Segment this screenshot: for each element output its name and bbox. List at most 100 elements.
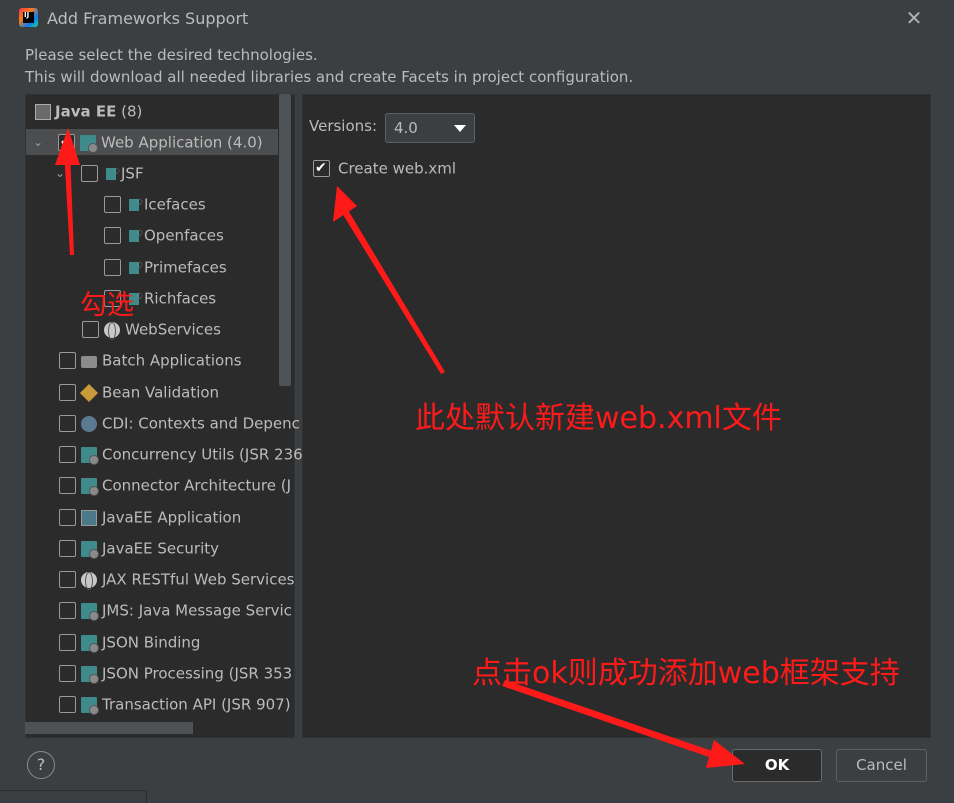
- background-window-edge: [0, 790, 147, 803]
- tree-item-json-binding[interactable]: JSON Binding: [59, 629, 200, 655]
- jms-checkbox[interactable]: [59, 602, 76, 619]
- tree-horizontal-scrollbar[interactable]: [25, 722, 193, 734]
- primefaces-icon: [129, 253, 144, 279]
- tree-item-jsf[interactable]: ⌄ JSF: [55, 159, 144, 186]
- ok-button[interactable]: OK: [732, 749, 822, 782]
- openfaces-checkbox[interactable]: [104, 227, 121, 244]
- tree-root-label: Java EE: [55, 102, 117, 121]
- jsf-icon: [106, 159, 121, 185]
- tree-item-connector-architecture[interactable]: Connector Architecture (J: [59, 472, 291, 498]
- security-icon: [81, 540, 99, 559]
- openfaces-icon: [129, 221, 144, 247]
- jax-restful-checkbox[interactable]: [59, 571, 76, 588]
- versions-label: Versions:: [309, 117, 378, 135]
- json-processing-checkbox[interactable]: [59, 665, 76, 682]
- globe-icon: [81, 571, 97, 590]
- web-application-checkbox[interactable]: [58, 129, 75, 155]
- tree-item-label: Richfaces: [144, 289, 217, 308]
- tree-item-label: Transaction API (JSR 907): [102, 695, 291, 714]
- batch-applications-checkbox[interactable]: [59, 352, 76, 369]
- cancel-button[interactable]: Cancel: [836, 749, 927, 782]
- intellij-logo-icon: IJ: [19, 8, 38, 27]
- tree-item-label: Web Application (4.0): [101, 133, 263, 152]
- tree-item-icefaces[interactable]: Icefaces: [104, 190, 206, 217]
- globe-icon: [104, 321, 120, 340]
- annotation-default-webxml: 此处默认新建web.xml文件: [415, 401, 782, 436]
- tree-item-label: Batch Applications: [102, 351, 242, 370]
- webservices-checkbox[interactable]: [82, 321, 99, 338]
- javaee-application-icon: [81, 509, 97, 526]
- jms-icon: [81, 602, 99, 621]
- connector-icon: [81, 477, 99, 496]
- icefaces-checkbox[interactable]: [104, 196, 121, 213]
- primefaces-checkbox[interactable]: [104, 259, 121, 276]
- tree-item-label: JSON Binding: [102, 633, 201, 652]
- tree-item-javaee-application[interactable]: JavaEE Application: [59, 504, 241, 530]
- tree-item-label: JMS: Java Message Servic: [102, 601, 292, 620]
- create-webxml-checkbox[interactable]: [313, 158, 330, 178]
- cdi-icon: [81, 415, 97, 432]
- tree-item-label: Openfaces: [144, 226, 224, 245]
- tree-item-label: Concurrency Utils (JSR 236: [102, 445, 303, 464]
- tree-item-label: Primefaces: [144, 258, 227, 277]
- concurrency-utils-checkbox[interactable]: [59, 446, 76, 463]
- tree-item-label: Connector Architecture (J: [102, 476, 292, 495]
- tree-item-transaction-api[interactable]: Transaction API (JSR 907): [59, 691, 291, 717]
- tree-item-label: WebServices: [125, 320, 221, 339]
- tree-item-label: JAX RESTful Web Services: [102, 570, 295, 589]
- tree-item-label: Bean Validation: [102, 383, 220, 402]
- tree-root-java-ee[interactable]: Java EE (8): [35, 98, 142, 124]
- annotation-click-ok: 点击ok则成功添加web框架支持: [472, 656, 900, 691]
- tree-item-batch-applications[interactable]: Batch Applications: [59, 347, 242, 373]
- bean-icon: [79, 383, 99, 402]
- create-webxml-label: Create web.xml: [338, 159, 457, 178]
- versions-dropdown[interactable]: 4.0: [385, 113, 475, 143]
- description-line-2: This will download all needed libraries …: [25, 68, 634, 86]
- javaee-security-checkbox[interactable]: [59, 540, 76, 557]
- transaction-api-checkbox[interactable]: [59, 696, 76, 713]
- tree-item-label: JavaEE Security: [102, 539, 220, 558]
- tree-item-label: CDI: Contexts and Depenc: [102, 414, 300, 433]
- create-webxml-option[interactable]: Create web.xml: [313, 158, 456, 178]
- tree-vertical-scrollbar[interactable]: [279, 94, 291, 386]
- web-application-icon: [80, 134, 98, 153]
- tree-item-primefaces[interactable]: Primefaces: [104, 253, 227, 280]
- connector-architecture-checkbox[interactable]: [59, 477, 76, 494]
- json-binding-checkbox[interactable]: [59, 634, 76, 651]
- title-bar: IJ Add Frameworks Support ✕: [0, 0, 954, 38]
- versions-value: 4.0: [394, 119, 418, 137]
- tree-item-jms[interactable]: JMS: Java Message Servic: [59, 597, 292, 623]
- description-line-1: Please select the desired technologies.: [25, 46, 318, 64]
- chevron-down-icon[interactable]: ⌄: [33, 129, 43, 155]
- icefaces-icon: [129, 190, 144, 216]
- tree-item-label: JSF: [121, 164, 144, 183]
- tree-root-count: (8): [121, 102, 143, 121]
- jsf-checkbox[interactable]: [81, 165, 98, 182]
- javaee-application-checkbox[interactable]: [59, 509, 76, 526]
- tree-item-web-application[interactable]: ⌄ Web Application (4.0): [26, 129, 278, 155]
- close-icon[interactable]: ✕: [902, 6, 926, 30]
- json-processing-icon: [81, 665, 99, 684]
- chevron-down-icon[interactable]: ⌄: [55, 160, 65, 186]
- bean-validation-checkbox[interactable]: [59, 384, 76, 401]
- tree-item-bean-validation[interactable]: Bean Validation: [59, 379, 219, 405]
- help-button[interactable]: ?: [27, 751, 55, 779]
- cdi-checkbox[interactable]: [59, 415, 76, 432]
- concurrency-icon: [81, 446, 99, 465]
- tree-item-concurrency-utils[interactable]: Concurrency Utils (JSR 236: [59, 441, 303, 467]
- tree-item-jax-restful[interactable]: JAX RESTful Web Services: [59, 566, 295, 592]
- tree-item-json-processing[interactable]: JSON Processing (JSR 353: [59, 660, 292, 686]
- tree-item-label: Icefaces: [144, 195, 206, 214]
- folder-icon: [81, 355, 97, 368]
- tree-item-label: JSON Processing (JSR 353: [102, 664, 293, 683]
- tree-item-label: JavaEE Application: [102, 508, 242, 527]
- dropdown-arrow-icon: [454, 125, 466, 132]
- tree-item-javaee-security[interactable]: JavaEE Security: [59, 535, 219, 561]
- tree-item-cdi[interactable]: CDI: Contexts and Depenc: [59, 410, 300, 436]
- annotation-check: 勾选: [80, 290, 134, 321]
- javaee-icon: [35, 103, 51, 120]
- dialog-title: Add Frameworks Support: [47, 9, 249, 28]
- transaction-icon: [81, 696, 99, 715]
- tree-item-openfaces[interactable]: Openfaces: [104, 221, 224, 248]
- json-binding-icon: [81, 634, 99, 653]
